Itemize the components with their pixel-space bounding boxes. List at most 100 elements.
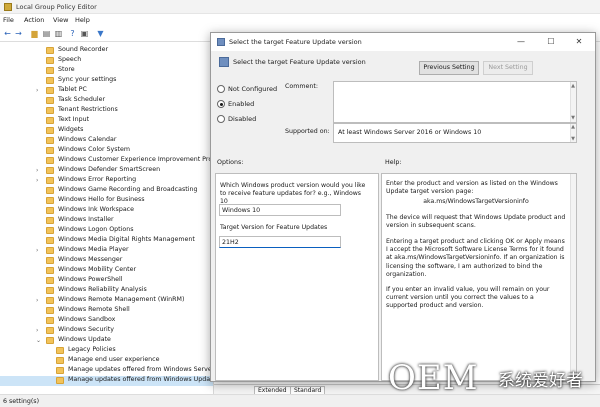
gpe-title-bar: Local Group Policy Editor bbox=[0, 0, 600, 14]
tree-item[interactable]: Windows Sandbox bbox=[0, 316, 213, 326]
target-version-input[interactable]: 21H2 bbox=[219, 236, 341, 248]
filter-icon[interactable]: ▼ bbox=[96, 29, 105, 38]
folder-icon bbox=[46, 207, 54, 214]
tree-item-label: Windows Ink Workspace bbox=[58, 206, 135, 213]
radio-enabled[interactable] bbox=[217, 100, 225, 108]
tree-item[interactable]: Windows PowerShell bbox=[0, 276, 213, 286]
folder-icon bbox=[46, 137, 54, 144]
help-scrollbar[interactable] bbox=[570, 174, 576, 380]
tree-item-label: Windows Security bbox=[58, 326, 114, 333]
help-icon[interactable]: ? bbox=[68, 29, 77, 38]
menu-help[interactable]: Help bbox=[75, 16, 90, 24]
setting-icon bbox=[219, 57, 229, 67]
chevron-right-icon[interactable]: › bbox=[36, 87, 38, 94]
tree-item[interactable]: Windows Customer Experience Improvement … bbox=[0, 156, 214, 166]
export-list-icon[interactable]: ▥ bbox=[54, 29, 63, 38]
tree-item[interactable]: Speech bbox=[0, 56, 213, 66]
folder-icon bbox=[46, 307, 54, 314]
tree-item[interactable]: › Tablet PC bbox=[0, 86, 213, 96]
tree-item-label: Tablet PC bbox=[58, 86, 87, 93]
tree-item-label: Windows Messenger bbox=[58, 256, 123, 263]
folder-icon bbox=[46, 167, 54, 174]
radio-not-configured[interactable] bbox=[217, 85, 225, 93]
folder-icon bbox=[56, 347, 64, 354]
chevron-right-icon[interactable]: › bbox=[36, 177, 38, 184]
tree-item[interactable]: Windows Messenger bbox=[0, 256, 213, 266]
tree-item[interactable]: Windows Media Digital Rights Management bbox=[0, 236, 213, 246]
tree-item[interactable]: Windows Game Recording and Broadcasting bbox=[0, 186, 213, 196]
folder-up-icon[interactable]: ▆ bbox=[30, 29, 39, 38]
menu-action[interactable]: Action bbox=[24, 16, 44, 24]
tree-item[interactable]: Windows Mobility Center bbox=[0, 266, 213, 276]
product-version-input[interactable]: Windows 10 bbox=[219, 204, 341, 216]
chevron-right-icon[interactable]: › bbox=[36, 297, 38, 304]
tree-item[interactable]: Task Scheduler bbox=[0, 96, 213, 106]
minimize-icon[interactable]: — bbox=[511, 36, 531, 48]
tree-item-label: Windows Media Player bbox=[58, 246, 129, 253]
tree-item[interactable]: Windows Installer bbox=[0, 216, 213, 226]
tree-item[interactable]: ⌄ Windows Update bbox=[0, 336, 213, 346]
tree-item[interactable]: Sound Recorder bbox=[0, 46, 213, 56]
chevron-right-icon[interactable]: › bbox=[36, 247, 38, 254]
show-hide-tree-icon[interactable]: ▤ bbox=[42, 29, 51, 38]
tree-item[interactable]: Windows Reliability Analysis bbox=[0, 286, 213, 296]
folder-icon bbox=[46, 87, 54, 94]
tree-item[interactable]: Store bbox=[0, 66, 213, 76]
folder-icon bbox=[46, 317, 54, 324]
folder-icon bbox=[56, 367, 64, 374]
tree-item[interactable]: › Windows Remote Management (WinRM) bbox=[0, 296, 213, 306]
tree-item-label: Windows Logon Options bbox=[58, 226, 134, 233]
tree-item[interactable]: Tenant Restrictions bbox=[0, 106, 213, 116]
close-icon[interactable]: ✕ bbox=[569, 36, 589, 48]
tree-item[interactable]: Windows Color System bbox=[0, 146, 213, 156]
folder-icon bbox=[46, 127, 54, 134]
previous-setting-button[interactable]: Previous Setting bbox=[419, 61, 479, 75]
forward-arrow-icon[interactable]: → bbox=[14, 29, 23, 38]
tree-item-label: Windows Customer Experience Improvement … bbox=[58, 156, 214, 163]
tree-item-label: Text Input bbox=[58, 116, 90, 123]
menu-view[interactable]: View bbox=[53, 16, 68, 24]
supported-on-field: At least Windows Server 2016 or Windows … bbox=[333, 123, 577, 143]
tree-item[interactable]: Manage updates offered from Windows Upda… bbox=[0, 376, 214, 386]
tree-item[interactable]: › Windows Media Player bbox=[0, 246, 213, 256]
radio-enabled-label: Enabled bbox=[228, 100, 255, 108]
folder-icon bbox=[46, 287, 54, 294]
tree-item[interactable]: › Windows Defender SmartScreen bbox=[0, 166, 213, 176]
folder-icon bbox=[46, 97, 54, 104]
folder-icon bbox=[46, 337, 54, 344]
dialog-title-bar: Select the target Feature Update version… bbox=[211, 33, 595, 51]
radio-disabled-label: Disabled bbox=[228, 115, 257, 123]
tree-item[interactable]: Windows Hello for Business bbox=[0, 196, 213, 206]
radio-not-configured-label: Not Configured bbox=[228, 85, 278, 93]
back-arrow-icon[interactable]: ← bbox=[3, 29, 12, 38]
tree-item[interactable]: Widgets bbox=[0, 126, 213, 136]
tree-item[interactable]: Windows Calendar bbox=[0, 136, 213, 146]
tree-item[interactable]: Manage end user experience bbox=[0, 356, 213, 366]
tree-item[interactable]: › Windows Security bbox=[0, 326, 213, 336]
product-version-question: Which Windows product version would you … bbox=[220, 182, 366, 206]
help-para-1: Enter the product and version as listed … bbox=[386, 180, 558, 196]
tree-item[interactable]: Manage updates offered from Windows Serv… bbox=[0, 366, 213, 376]
tree-item[interactable]: Text Input bbox=[0, 116, 213, 126]
chevron-right-icon[interactable]: › bbox=[36, 167, 38, 174]
tree-item-label: Windows Update bbox=[58, 336, 111, 343]
folder-icon bbox=[56, 357, 64, 364]
menu-file[interactable]: File bbox=[3, 16, 14, 24]
chevron-down-icon[interactable]: ⌄ bbox=[36, 337, 41, 344]
tree-item[interactable]: › Windows Error Reporting bbox=[0, 176, 213, 186]
tree-item-label: Sound Recorder bbox=[58, 46, 109, 53]
tree-item-label: Manage updates offered from Windows Upda… bbox=[68, 376, 214, 383]
tree-item[interactable]: Windows Ink Workspace bbox=[0, 206, 213, 216]
tree-item[interactable]: Windows Remote Shell bbox=[0, 306, 213, 316]
tree-item[interactable]: Legacy Policies bbox=[0, 346, 213, 356]
next-setting-button[interactable]: Next Setting bbox=[483, 61, 533, 75]
chevron-right-icon[interactable]: › bbox=[36, 327, 38, 334]
tree-item[interactable]: Sync your settings bbox=[0, 76, 213, 86]
properties-icon[interactable]: ▣ bbox=[80, 29, 89, 38]
tree-item[interactable]: Windows Logon Options bbox=[0, 226, 213, 236]
radio-disabled[interactable] bbox=[217, 115, 225, 123]
comment-textarea[interactable]: ▲ ▼ bbox=[333, 81, 577, 123]
maximize-icon[interactable]: ☐ bbox=[541, 36, 561, 48]
folder-icon bbox=[46, 237, 54, 244]
tree-item-label: Windows Remote Shell bbox=[58, 306, 130, 313]
